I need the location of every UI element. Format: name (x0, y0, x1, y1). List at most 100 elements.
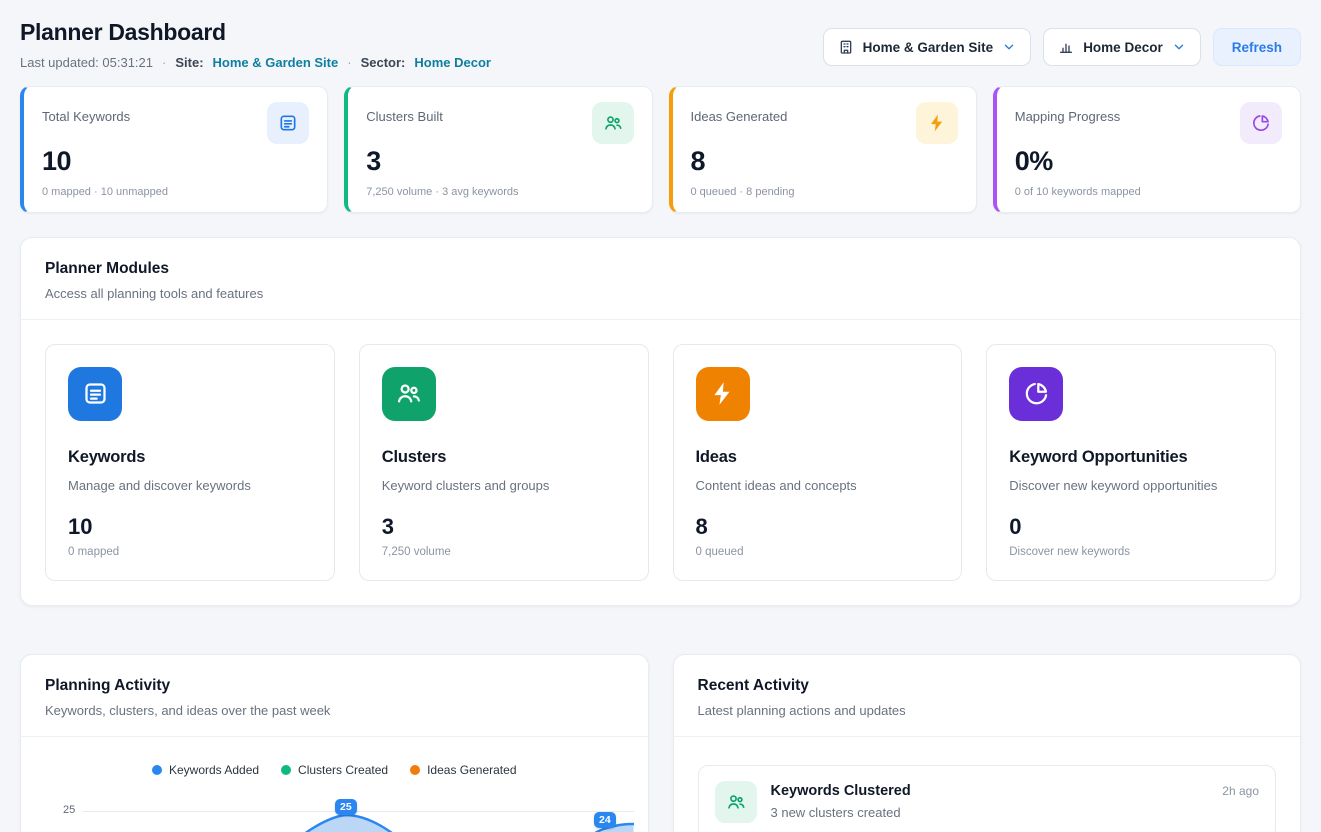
refresh-button[interactable]: Refresh (1213, 28, 1301, 66)
bolt-icon (696, 367, 750, 421)
pie-icon (1009, 367, 1063, 421)
bottom-row: Planning Activity Keywords, clusters, an… (20, 630, 1301, 832)
legend-label: Clusters Created (298, 763, 388, 777)
users-icon (382, 367, 436, 421)
topbar: Planner Dashboard Last updated: 05:31:21… (20, 18, 1301, 70)
stat-value: 10 (42, 146, 309, 177)
legend-item-ideas-generated[interactable]: Ideas Generated (410, 763, 516, 777)
site-label: Site: (175, 55, 203, 70)
document-icon (267, 102, 309, 144)
modules-grid: Keywords Manage and discover keywords 10… (21, 320, 1300, 605)
legend-label: Ideas Generated (427, 763, 516, 777)
stat-caption: 0 queued · 8 pending (691, 186, 958, 198)
module-caption: Discover new keywords (1009, 546, 1253, 558)
users-icon (715, 781, 757, 823)
y-axis-tick: 25 (63, 804, 75, 816)
modules-panel-head: Planner Modules Access all planning tool… (21, 238, 1300, 319)
building-icon (838, 39, 854, 55)
sector-link[interactable]: Home Decor (414, 55, 491, 70)
modules-title: Planner Modules (45, 260, 1276, 278)
recent-activity-title: Recent Activity (698, 677, 1277, 695)
activity-timestamp: 2h ago (1222, 781, 1259, 798)
module-title: Keyword Opportunities (1009, 448, 1253, 467)
pie-icon (1240, 102, 1282, 144)
modules-subtitle: Access all planning tools and features (45, 286, 1276, 301)
sector-selector-label: Home Decor (1083, 40, 1163, 55)
stat-label: Ideas Generated (691, 102, 788, 124)
legend-label: Keywords Added (169, 763, 259, 777)
stat-card-clusters-built: Clusters Built 3 7,250 volume · 3 avg ke… (344, 86, 652, 213)
module-description: Manage and discover keywords (68, 478, 312, 493)
module-title: Clusters (382, 448, 626, 467)
users-icon (592, 102, 634, 144)
data-point-label: 25 (335, 799, 357, 816)
planning-activity-subtitle: Keywords, clusters, and ideas over the p… (45, 703, 624, 718)
site-selector[interactable]: Home & Garden Site (823, 28, 1032, 66)
planning-activity-head: Planning Activity Keywords, clusters, an… (21, 655, 648, 736)
chevron-down-icon (1172, 40, 1186, 54)
module-card-clusters[interactable]: Clusters Keyword clusters and groups 3 7… (359, 344, 649, 581)
legend-dot-orange (410, 765, 420, 775)
sector-selector[interactable]: Home Decor (1043, 28, 1201, 66)
module-title: Ideas (696, 448, 940, 467)
activity-item: Keywords Clustered 3 new clusters create… (698, 765, 1277, 832)
stat-card-ideas-generated: Ideas Generated 8 0 queued · 8 pending (669, 86, 977, 213)
module-caption: 0 queued (696, 546, 940, 558)
recent-activity-subtitle: Latest planning actions and updates (698, 703, 1277, 718)
data-point-label: 24 (594, 812, 616, 829)
legend-dot-blue (152, 765, 162, 775)
bar-chart-icon (1058, 39, 1074, 55)
page-title: Planner Dashboard (20, 18, 491, 47)
planning-activity-chart: 25 25 24 (21, 795, 648, 832)
module-description: Content ideas and concepts (696, 478, 940, 493)
stat-caption: 7,250 volume · 3 avg keywords (366, 186, 633, 198)
topbar-left: Planner Dashboard Last updated: 05:31:21… (20, 18, 491, 70)
legend-item-keywords-added[interactable]: Keywords Added (152, 763, 259, 777)
site-selector-label: Home & Garden Site (863, 40, 994, 55)
activity-title: Keywords Clustered (771, 783, 1209, 799)
module-description: Discover new keyword opportunities (1009, 478, 1253, 493)
stat-label: Mapping Progress (1015, 102, 1121, 124)
topbar-actions: Home & Garden Site Home Decor Refresh (823, 18, 1301, 66)
site-link[interactable]: Home & Garden Site (213, 55, 339, 70)
module-caption: 7,250 volume (382, 546, 626, 558)
stat-caption: 0 mapped · 10 unmapped (42, 186, 309, 198)
last-updated-text: Last updated: 05:31:21 (20, 55, 153, 70)
activity-description: 3 new clusters created (771, 805, 1209, 820)
stat-value: 0% (1015, 146, 1282, 177)
module-value: 10 (68, 514, 312, 540)
module-card-keyword-opportunities[interactable]: Keyword Opportunities Discover new keywo… (986, 344, 1276, 581)
legend-item-clusters-created[interactable]: Clusters Created (281, 763, 388, 777)
recent-activity-list: Keywords Clustered 3 new clusters create… (674, 737, 1301, 832)
module-value: 0 (1009, 514, 1253, 540)
meta-separator: · (162, 55, 166, 70)
document-icon (68, 367, 122, 421)
stat-card-mapping-progress: Mapping Progress 0% 0 of 10 keywords map… (993, 86, 1301, 213)
module-value: 8 (696, 514, 940, 540)
stat-value: 8 (691, 146, 958, 177)
planner-modules-panel: Planner Modules Access all planning tool… (20, 237, 1301, 606)
planning-activity-title: Planning Activity (45, 677, 624, 695)
chevron-down-icon (1002, 40, 1016, 54)
stat-card-total-keywords: Total Keywords 10 0 mapped · 10 unmapped (20, 86, 328, 213)
planning-activity-panel: Planning Activity Keywords, clusters, an… (20, 654, 649, 832)
module-title: Keywords (68, 448, 312, 467)
stat-value: 3 (366, 146, 633, 177)
stat-label: Total Keywords (42, 102, 130, 124)
module-card-ideas[interactable]: Ideas Content ideas and concepts 8 0 que… (673, 344, 963, 581)
module-caption: 0 mapped (68, 546, 312, 558)
stat-label: Clusters Built (366, 102, 443, 124)
module-description: Keyword clusters and groups (382, 478, 626, 493)
module-value: 3 (382, 514, 626, 540)
sector-label: Sector: (361, 55, 406, 70)
area-series-keywords-added (83, 811, 634, 832)
planner-dashboard-page: Planner Dashboard Last updated: 05:31:21… (0, 0, 1321, 832)
stats-row: Total Keywords 10 0 mapped · 10 unmapped… (20, 86, 1301, 213)
legend-dot-green (281, 765, 291, 775)
bolt-icon (916, 102, 958, 144)
meta-line: Last updated: 05:31:21 · Site: Home & Ga… (20, 55, 491, 70)
recent-activity-panel: Recent Activity Latest planning actions … (673, 654, 1302, 832)
meta-separator: · (347, 55, 351, 70)
module-card-keywords[interactable]: Keywords Manage and discover keywords 10… (45, 344, 335, 581)
stat-caption: 0 of 10 keywords mapped (1015, 186, 1282, 198)
